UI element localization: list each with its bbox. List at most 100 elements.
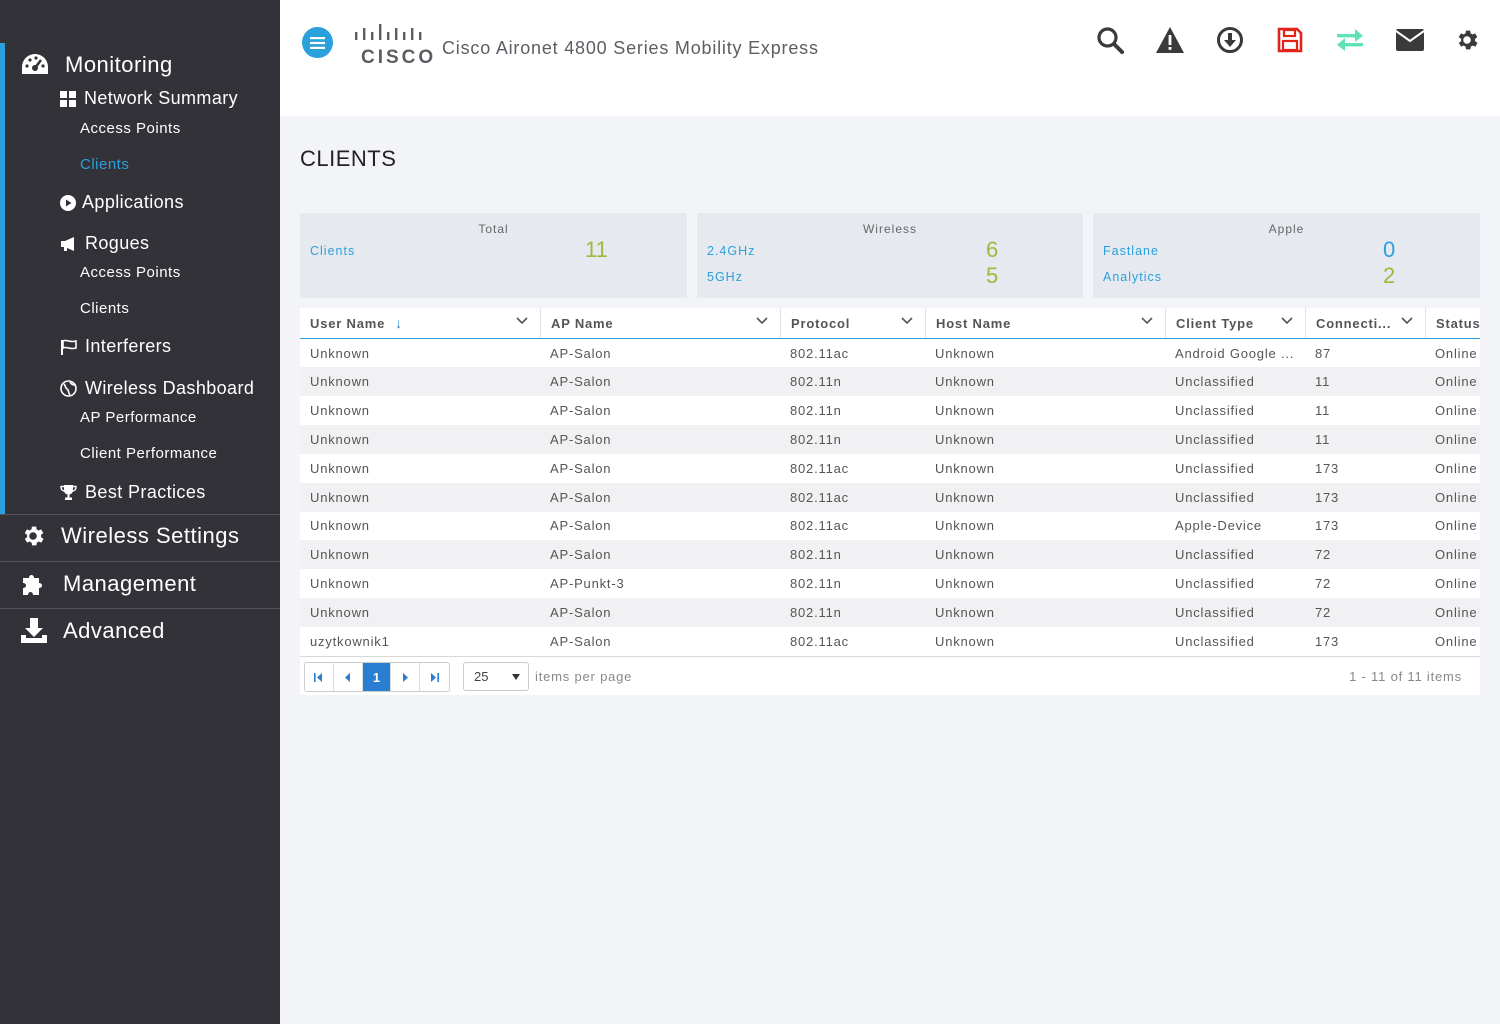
connection-cell: 173 <box>1315 461 1340 476</box>
sidebar-item-wireless-settings[interactable]: Wireless Settings <box>20 523 239 549</box>
sidebar-item-rg-clients[interactable]: Clients <box>80 300 129 317</box>
page-size-select[interactable]: 25 <box>463 662 529 691</box>
sidebar-item-network-summary[interactable]: Network Summary <box>60 88 238 109</box>
sidebar-item-label: Interferers <box>85 336 172 356</box>
chevron-down-icon[interactable] <box>901 317 913 325</box>
host-name-cell: Unknown <box>935 605 995 620</box>
chevron-down-icon[interactable] <box>1141 317 1153 325</box>
sidebar-item-rg-access-points[interactable]: Access Points <box>80 264 181 281</box>
stat-card-apple: Apple Fastlane 0 Analytics 2 <box>1093 213 1480 298</box>
column-header-client-type[interactable]: Client Type <box>1165 308 1305 338</box>
chevron-down-icon[interactable] <box>756 317 768 325</box>
table-row[interactable]: Unknown AP-Salon 802.11n Unknown Unclassifie… <box>300 396 1480 425</box>
ap-name-cell: AP-Salon <box>550 605 612 620</box>
table-row[interactable]: Unknown AP-Salon 802.11ac Unknown Apple-Devi… <box>300 511 1480 540</box>
column-header-host-name[interactable]: Host Name <box>925 308 1165 338</box>
table-row[interactable]: Unknown AP-Punkt-3 802.11n Unknown Unclassif… <box>300 569 1480 598</box>
sidebar-item-interferers[interactable]: Interferers <box>60 336 171 357</box>
chevron-down-icon[interactable] <box>1281 317 1293 325</box>
prev-page-button[interactable] <box>333 663 363 691</box>
ap-name-cell: AP-Salon <box>550 403 612 418</box>
band-5ghz-link[interactable]: 5GHz <box>707 270 743 284</box>
sidebar-item-applications[interactable]: Applications <box>60 192 184 213</box>
column-header-ap-name[interactable]: AP Name <box>540 308 780 338</box>
clients-count-link[interactable]: Clients <box>310 244 355 258</box>
user-name-cell: Unknown <box>310 374 370 389</box>
status-cell: Online <box>1435 547 1478 562</box>
connection-cell: 173 <box>1315 518 1340 533</box>
chevron-down-icon[interactable] <box>516 317 528 325</box>
save-icon[interactable] <box>1274 24 1306 56</box>
sidebar-item-wireless-dashboard[interactable]: Wireless Dashboard <box>60 378 254 399</box>
status-cell: Online <box>1435 634 1478 649</box>
connection-cell: 72 <box>1315 605 1332 620</box>
table-row[interactable]: Unknown AP-Salon 802.11n Unknown Unclassifie… <box>300 367 1480 396</box>
status-cell: Online <box>1435 346 1478 361</box>
protocol-cell: 802.11ac <box>790 634 849 649</box>
sidebar-divider <box>0 561 280 562</box>
stat-card-heading: Wireless <box>862 222 917 236</box>
fastlane-link[interactable]: Fastlane <box>1103 244 1159 258</box>
protocol-cell: 802.11n <box>790 403 842 418</box>
host-name-cell: Unknown <box>935 490 995 505</box>
sidebar-item-client-performance[interactable]: Client Performance <box>80 445 217 462</box>
host-name-cell: Unknown <box>935 374 995 389</box>
page-number-button[interactable]: 1 <box>362 663 392 691</box>
page-title: CLIENTS <box>300 146 397 171</box>
mail-icon[interactable] <box>1394 24 1426 56</box>
table-row[interactable]: uzytkownik1 AP-Salon 802.11ac Unknown Unclas… <box>300 627 1480 656</box>
ap-name-cell: AP-Salon <box>550 346 612 361</box>
client-type-cell: Unclassified <box>1175 576 1255 591</box>
sidebar-item-ns-clients[interactable]: Clients <box>80 156 129 173</box>
menu-toggle-button[interactable] <box>302 27 333 58</box>
chevron-down-icon[interactable] <box>1401 317 1413 325</box>
ap-name-cell: AP-Punkt-3 <box>550 576 625 591</box>
table-row[interactable]: Unknown AP-Salon 802.11n Unknown Unclassifie… <box>300 425 1480 454</box>
next-page-button[interactable] <box>391 663 421 691</box>
status-cell: Online <box>1435 461 1478 476</box>
status-cell: Online <box>1435 490 1478 505</box>
protocol-cell: 802.11ac <box>790 346 849 361</box>
ap-name-cell: AP-Salon <box>550 374 612 389</box>
sidebar-item-best-practices[interactable]: Best Practices <box>60 482 206 503</box>
megaphone-icon <box>61 236 74 251</box>
transfer-icon[interactable] <box>1334 24 1366 56</box>
stat-card-wireless: Wireless 2.4GHz 6 5GHz 5 <box>697 213 1083 298</box>
column-header-status[interactable]: Status <box>1425 308 1480 338</box>
sidebar-item-management[interactable]: Management <box>20 570 196 598</box>
user-name-cell: uzytkownik1 <box>310 634 390 649</box>
last-page-icon <box>431 672 440 682</box>
user-name-cell: Unknown <box>310 605 370 620</box>
sidebar-item-monitoring[interactable]: Monitoring <box>20 52 173 78</box>
clients-count-value: 11 <box>585 237 608 262</box>
column-header-protocol[interactable]: Protocol <box>780 308 925 338</box>
table-row[interactable]: Unknown AP-Salon 802.11ac Unknown Unclassifi… <box>300 454 1480 483</box>
column-header-user-name[interactable]: User Name ↓ <box>300 308 540 338</box>
search-icon[interactable] <box>1094 24 1126 56</box>
user-name-cell: Unknown <box>310 403 370 418</box>
table-row[interactable]: Unknown AP-Salon 802.11n Unknown Unclassifie… <box>300 540 1480 569</box>
items-per-page-label: items per page <box>535 669 633 684</box>
gear-icon[interactable] <box>1451 24 1483 56</box>
flag-icon <box>61 339 77 355</box>
ap-name-cell: AP-Salon <box>550 518 612 533</box>
sidebar-item-advanced[interactable]: Advanced <box>20 617 165 645</box>
sidebar-divider <box>0 608 280 609</box>
download-icon[interactable] <box>1214 24 1246 56</box>
host-name-cell: Unknown <box>935 461 995 476</box>
alert-icon[interactable] <box>1154 24 1186 56</box>
stat-card-total: Total Clients 11 <box>300 213 687 298</box>
band-24ghz-link[interactable]: 2.4GHz <box>707 244 755 258</box>
connection-cell: 11 <box>1315 432 1331 447</box>
table-row[interactable]: Unknown AP-Salon 802.11ac Unknown Unclassifi… <box>300 483 1480 512</box>
host-name-cell: Unknown <box>935 518 995 533</box>
first-page-button[interactable] <box>305 663 334 691</box>
sidebar-item-ap-performance[interactable]: AP Performance <box>80 409 197 426</box>
analytics-link[interactable]: Analytics <box>1103 270 1162 284</box>
table-row[interactable]: Unknown AP-Salon 802.11n Unknown Unclassifie… <box>300 598 1480 627</box>
column-header-connection[interactable]: Connecti... <box>1305 308 1425 338</box>
last-page-button[interactable] <box>420 663 449 691</box>
sidebar-item-ns-access-points[interactable]: Access Points <box>80 120 181 137</box>
sidebar-item-rogues[interactable]: Rogues <box>60 233 149 254</box>
table-row[interactable]: Unknown AP-Salon 802.11ac Unknown Android Go… <box>300 339 1480 368</box>
